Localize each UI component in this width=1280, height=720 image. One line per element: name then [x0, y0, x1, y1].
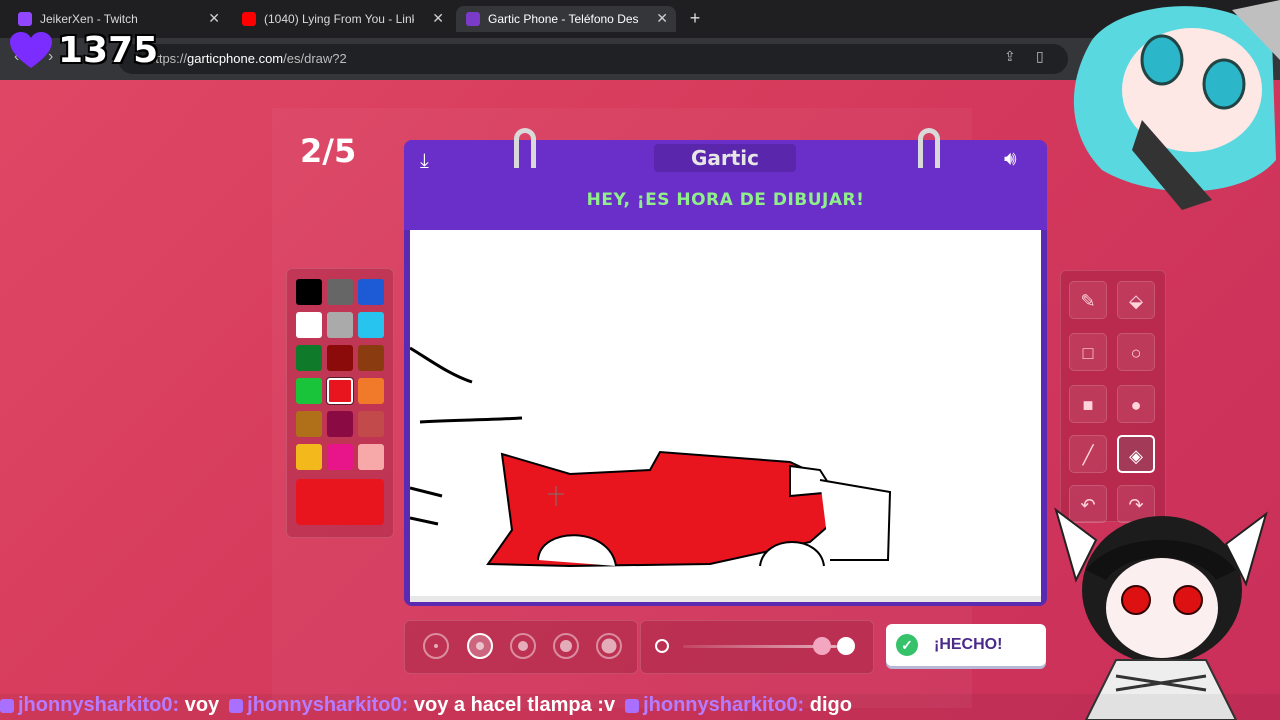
check-icon: ✓ [896, 634, 918, 656]
chat-text: voy [184, 694, 220, 716]
tab-youtube[interactable]: (1040) Lying From You - Linkin P ✕ [232, 6, 452, 32]
color-swatch[interactable] [327, 444, 353, 470]
color-swatch[interactable] [358, 345, 384, 371]
drawing [409, 346, 892, 568]
binder-ring [514, 128, 536, 168]
binder-ring [918, 128, 940, 168]
opacity-handle[interactable] [812, 637, 831, 655]
color-swatch[interactable] [358, 411, 384, 437]
heart-badge-icon [0, 698, 14, 713]
tab-title: (1040) Lying From You - Linkin P [264, 12, 414, 26]
drawing-board: ⤓ Gartic 🔊︎ HEY, ¡ES HORA DE DIBUJAR! [404, 128, 1047, 606]
board-header: ⤓ Gartic 🔊︎ HEY, ¡ES HORA DE DIBUJAR! [404, 128, 1047, 230]
pencil-tool-icon[interactable]: ✎ [1069, 281, 1107, 319]
done-button[interactable]: ✓ ¡HECHO! [886, 624, 1046, 666]
tool-panel: ✎ ⬙ □ ○ ■ ● ╱ ◈ ↶ ↷ [1060, 270, 1166, 523]
close-icon[interactable]: ✕ [432, 10, 444, 27]
url-path: /es/draw?2 [283, 51, 347, 66]
color-swatch[interactable] [358, 312, 384, 338]
heart-badge-icon [625, 698, 640, 713]
chat-text: digo [809, 694, 852, 716]
gartic-logo: Gartic [654, 144, 796, 172]
url-host: garticphone.com [187, 51, 284, 66]
color-swatch[interactable] [296, 411, 322, 437]
bookmark-icon[interactable]: ▯ [1036, 48, 1044, 65]
color-swatch[interactable] [296, 279, 322, 305]
brush-size-4[interactable] [553, 633, 579, 659]
color-swatch[interactable] [296, 312, 322, 338]
opacity-slider[interactable] [640, 620, 874, 674]
tab-title: Gartic Phone - Teléfono Descon [488, 12, 638, 26]
brush-size-1[interactable] [423, 633, 449, 659]
circle-outline-tool-icon[interactable]: ○ [1117, 333, 1155, 371]
color-swatch[interactable] [296, 378, 322, 404]
brush-size-2[interactable] [467, 633, 493, 659]
vtuber-avatar-bottom [1054, 507, 1268, 720]
current-color-preview [296, 479, 384, 525]
brush-size-5[interactable] [596, 633, 622, 659]
new-tab-button[interactable]: + [684, 7, 706, 29]
chat-ticker: jhonnysharkito0: voy jhonnysharkito0: voy… [0, 694, 1280, 720]
chat-message: jhonnysharkito0: voy [0, 694, 219, 717]
twitch-icon [18, 12, 32, 26]
chat-message: jhonnysharkito0: digo [625, 694, 852, 717]
heart-count: 1375 [58, 30, 159, 71]
color-swatch[interactable] [358, 279, 384, 305]
color-swatch[interactable] [327, 312, 353, 338]
volume-icon[interactable]: 🔊︎ [1004, 148, 1017, 171]
round-counter: 2/5 [300, 132, 357, 170]
opacity-low-icon [655, 639, 669, 653]
color-swatch[interactable] [296, 444, 322, 470]
share-icon[interactable]: ⇪ [1004, 48, 1016, 65]
opacity-high-icon [837, 637, 855, 655]
brush-size-3[interactable] [510, 633, 536, 659]
color-swatch[interactable] [327, 411, 353, 437]
color-swatch[interactable] [327, 279, 353, 305]
phone-icon [466, 12, 480, 26]
color-swatch[interactable] [327, 378, 353, 404]
chat-username: jhonnysharkito0: [643, 694, 805, 716]
tab-title: JeikerXen - Twitch [40, 12, 138, 26]
color-palette [286, 268, 394, 538]
done-label: ¡HECHO! [934, 636, 1003, 653]
color-swatch[interactable] [296, 345, 322, 371]
close-icon[interactable]: ✕ [208, 10, 220, 27]
draw-prompt-headline: HEY, ¡ES HORA DE DIBUJAR! [586, 190, 865, 210]
tab-twitch[interactable]: JeikerXen - Twitch ✕ [8, 6, 228, 32]
fill-bucket-tool-icon[interactable]: ◈ [1117, 435, 1155, 473]
heart-counter: 1375 [10, 30, 158, 71]
chat-text: voy a hacel tlampa :v [413, 694, 616, 716]
youtube-icon [242, 12, 256, 26]
color-swatch[interactable] [327, 345, 353, 371]
color-swatch[interactable] [358, 444, 384, 470]
heart-badge-icon [229, 698, 244, 713]
heart-icon [10, 31, 52, 68]
tab-gartic[interactable]: Gartic Phone - Teléfono Descon ✕ [456, 6, 676, 32]
circle-fill-tool-icon[interactable]: ● [1117, 385, 1155, 423]
download-icon[interactable]: ⤓ [420, 150, 429, 173]
rectangle-fill-tool-icon[interactable]: ■ [1069, 385, 1107, 423]
brush-size-selector [404, 620, 638, 674]
color-swatch[interactable] [358, 378, 384, 404]
close-icon[interactable]: ✕ [656, 10, 668, 27]
chat-username: jhonnysharkito0: [18, 694, 180, 716]
drawing-canvas[interactable] [409, 230, 1041, 602]
rectangle-outline-tool-icon[interactable]: □ [1069, 333, 1107, 371]
eraser-tool-icon[interactable]: ⬙ [1117, 281, 1155, 319]
chat-message: jhonnysharkito0: voy a hacel tlampa :v [229, 694, 615, 717]
chat-username: jhonnysharkito0: [247, 694, 409, 716]
vtuber-avatar-top [1073, 0, 1280, 210]
url-field[interactable]: https://garticphone.com/es/draw?2 [118, 44, 1068, 74]
line-tool-icon[interactable]: ╱ [1069, 435, 1107, 473]
